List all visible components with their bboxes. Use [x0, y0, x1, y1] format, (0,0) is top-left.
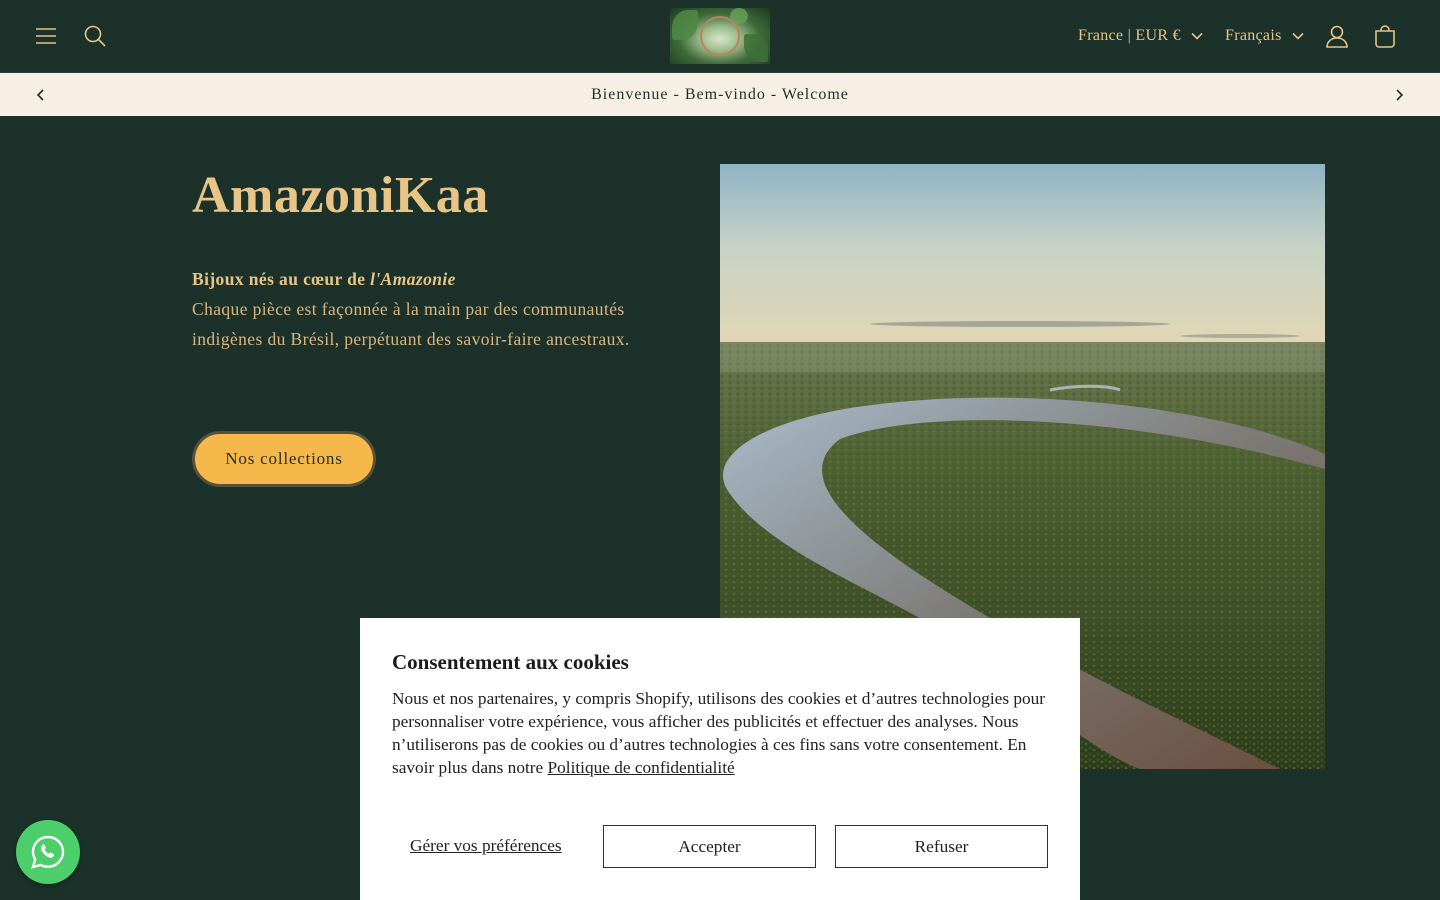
- country-currency-selector[interactable]: France | EUR €: [1078, 24, 1203, 48]
- language-label: Français: [1225, 27, 1282, 44]
- language-selector[interactable]: Français: [1225, 24, 1304, 48]
- announcement-text: Bienvenue - Bem-vindo - Welcome: [591, 85, 849, 103]
- chevron-down-icon: [1292, 32, 1304, 40]
- cookie-consent-banner: Consentement aux cookies Nous et nos par…: [360, 618, 1080, 900]
- chevron-right-icon[interactable]: [1387, 83, 1411, 107]
- whatsapp-icon[interactable]: [16, 820, 80, 884]
- hero-lead: Bijoux nés au cœur de l'Amazonie: [192, 264, 662, 294]
- cookie-actions: Gérer vos préférences Accepter Refuser: [392, 825, 1048, 868]
- hero-lead-italic: l'Amazonie: [370, 269, 456, 289]
- cookie-title: Consentement aux cookies: [392, 650, 629, 674]
- privacy-policy-link[interactable]: Politique de confidentialité: [548, 758, 735, 777]
- accept-cookies-button[interactable]: Accepter: [603, 825, 816, 868]
- hero-lead-bold: Bijoux nés au cœur de: [192, 269, 371, 289]
- site-logo[interactable]: [670, 8, 770, 64]
- user-icon[interactable]: [1315, 14, 1359, 58]
- country-currency-label: France | EUR €: [1078, 27, 1181, 44]
- hero-description: Bijoux nés au cœur de l'Amazonie Chaque …: [192, 264, 662, 354]
- collections-button[interactable]: Nos collections: [192, 431, 376, 487]
- site-header: France | EUR € Français: [0, 0, 1440, 73]
- hamburger-menu-icon[interactable]: [24, 14, 68, 58]
- manage-preferences-link[interactable]: Gérer vos préférences: [410, 836, 562, 856]
- search-icon[interactable]: [73, 14, 117, 58]
- announcement-bar: Bienvenue - Bem-vindo - Welcome: [0, 73, 1440, 116]
- chevron-left-icon[interactable]: [29, 83, 53, 107]
- hero-body: Chaque pièce est façonnée à la main par …: [192, 299, 630, 349]
- chevron-down-icon: [1191, 32, 1203, 40]
- shopping-bag-icon[interactable]: [1363, 14, 1407, 58]
- decline-cookies-button[interactable]: Refuser: [835, 825, 1048, 868]
- hero-title: AmazoniKaa: [192, 167, 489, 224]
- cookie-text: Nous et nos partenaires, y compris Shopi…: [392, 687, 1048, 779]
